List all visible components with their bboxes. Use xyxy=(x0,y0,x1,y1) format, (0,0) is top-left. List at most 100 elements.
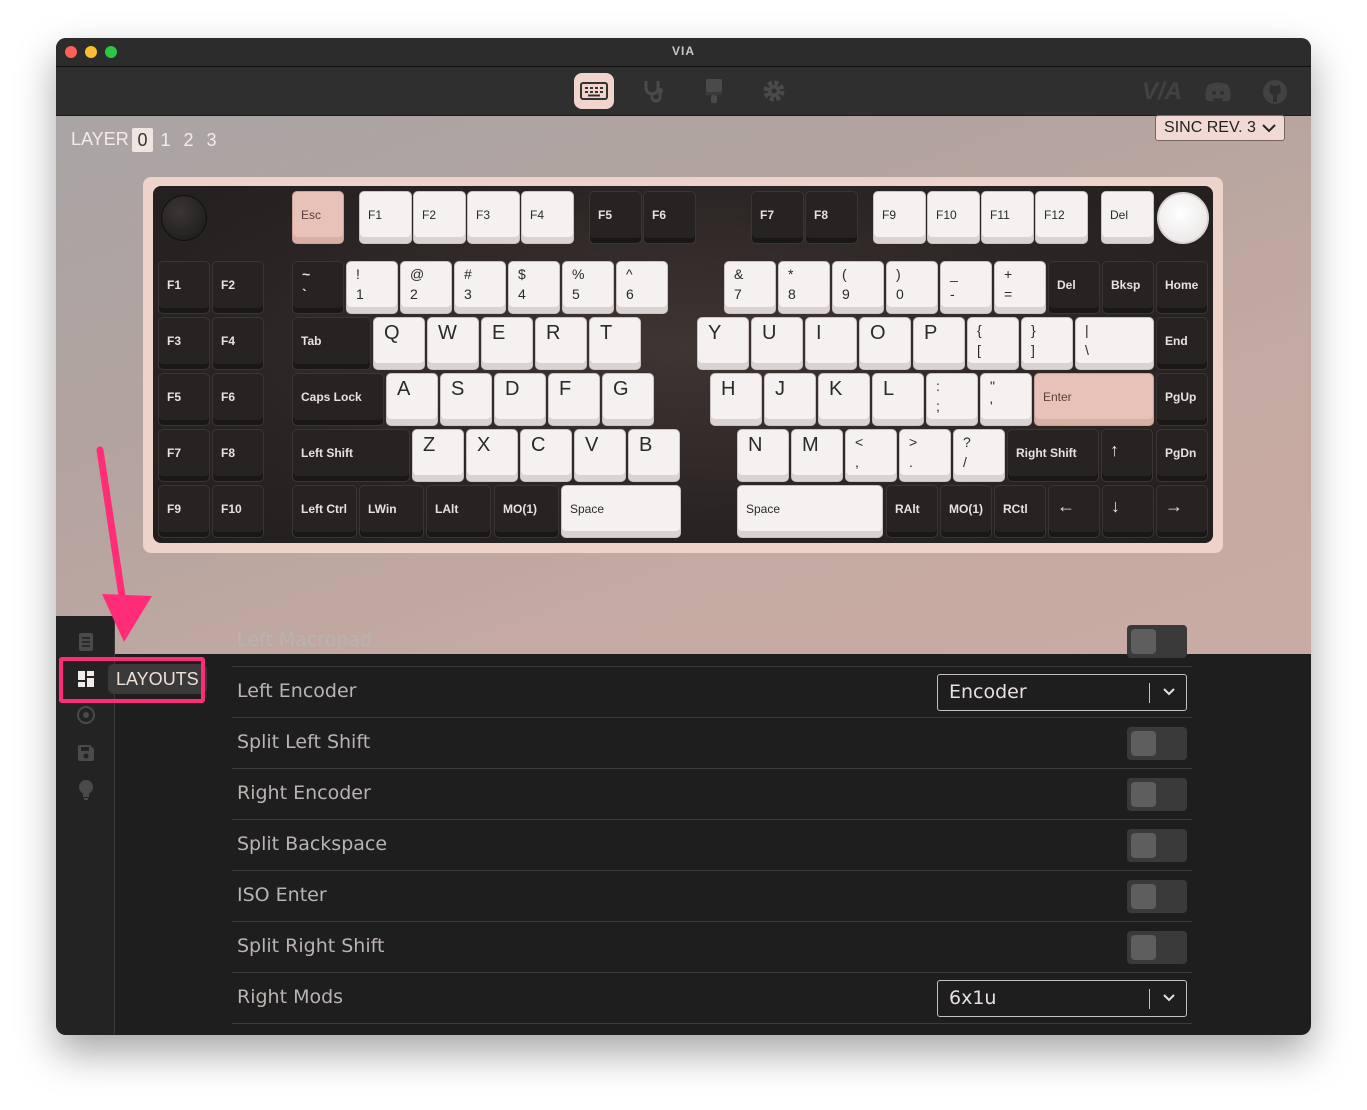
key-i[interactable]: I xyxy=(805,317,857,370)
key-up-arrow[interactable]: ↑ xyxy=(1101,429,1153,482)
key-macro-f3[interactable]: F3 xyxy=(158,317,210,370)
key-left-ctrl[interactable]: Left Ctrl xyxy=(292,485,357,538)
key-j[interactable]: J xyxy=(764,373,816,426)
key-slash[interactable]: ? / xyxy=(953,429,1005,482)
key-macro-f4[interactable]: F4 xyxy=(212,317,264,370)
key-6[interactable]: ^ 6 xyxy=(616,261,668,314)
key-w[interactable]: W xyxy=(427,317,479,370)
key-f12[interactable]: F12 xyxy=(1035,191,1088,244)
key-macro-f5[interactable]: F5 xyxy=(158,373,210,426)
layer-1-button[interactable]: 1 xyxy=(155,128,176,152)
key-f5[interactable]: F5 xyxy=(589,191,642,244)
key-macro-f9[interactable]: F9 xyxy=(158,485,210,538)
key-left-bracket[interactable]: { [ xyxy=(967,317,1019,370)
key-macro-f7[interactable]: F7 xyxy=(158,429,210,482)
key-x[interactable]: X xyxy=(466,429,518,482)
layer-0-button[interactable]: 0 xyxy=(132,128,153,152)
key-c[interactable]: C xyxy=(520,429,572,482)
key-l[interactable]: L xyxy=(872,373,924,426)
key-left-shift[interactable]: Left Shift xyxy=(292,429,410,482)
key-tab[interactable]: Tab xyxy=(292,317,371,370)
split-backspace-toggle[interactable] xyxy=(1127,829,1187,862)
left-macropad-toggle[interactable] xyxy=(1127,625,1187,658)
key-minus[interactable]: _ - xyxy=(940,261,992,314)
key-f9[interactable]: F9 xyxy=(873,191,926,244)
key-d[interactable]: D xyxy=(494,373,546,426)
key-grave[interactable]: ~ ` xyxy=(292,261,344,314)
tab-design[interactable] xyxy=(694,73,734,109)
left-encoder-select[interactable]: Encoder xyxy=(937,674,1187,711)
key-n[interactable]: N xyxy=(737,429,789,482)
tab-test[interactable] xyxy=(634,73,674,109)
key-f8[interactable]: F8 xyxy=(805,191,858,244)
key-r[interactable]: R xyxy=(535,317,587,370)
key-a[interactable]: A xyxy=(386,373,438,426)
key-macro-f6[interactable]: F6 xyxy=(212,373,264,426)
key-5[interactable]: % 5 xyxy=(562,261,614,314)
split-left-shift-toggle[interactable] xyxy=(1127,727,1187,760)
key-2[interactable]: @ 2 xyxy=(400,261,452,314)
key-macro-f2[interactable]: F2 xyxy=(212,261,264,314)
key-0[interactable]: ) 0 xyxy=(886,261,938,314)
key-right-arrow[interactable]: → xyxy=(1156,485,1208,538)
layer-3-button[interactable]: 3 xyxy=(201,128,222,152)
key-right-bracket[interactable]: } ] xyxy=(1021,317,1073,370)
key-home[interactable]: Home xyxy=(1156,261,1208,314)
key-s[interactable]: S xyxy=(440,373,492,426)
via-logo[interactable]: V/A xyxy=(1142,78,1182,106)
key-del[interactable]: Del xyxy=(1048,261,1100,314)
key-z[interactable]: Z xyxy=(412,429,464,482)
right-encoder-knob[interactable] xyxy=(1157,192,1209,244)
key-page-up[interactable]: PgUp xyxy=(1156,373,1208,426)
key-right-shift[interactable]: Right Shift xyxy=(1007,429,1099,482)
key-ralt[interactable]: RAlt xyxy=(886,485,938,538)
key-space-right[interactable]: Space xyxy=(737,485,883,538)
key-esc[interactable]: Esc xyxy=(292,191,344,244)
tab-settings[interactable] xyxy=(754,73,794,109)
key-lwin[interactable]: LWin xyxy=(359,485,424,538)
github-icon[interactable] xyxy=(1262,79,1288,109)
key-g[interactable]: G xyxy=(602,373,654,426)
sidebar-item-lighting[interactable] xyxy=(75,779,97,801)
key-o[interactable]: O xyxy=(859,317,911,370)
key-3[interactable]: # 3 xyxy=(454,261,506,314)
left-encoder-knob[interactable] xyxy=(161,195,207,241)
key-left-arrow[interactable]: ← xyxy=(1048,485,1100,538)
key-t[interactable]: T xyxy=(589,317,641,370)
key-b[interactable]: B xyxy=(628,429,680,482)
keyboard-select[interactable]: SINC REV. 3 xyxy=(1155,115,1285,141)
sidebar-item-macros[interactable] xyxy=(75,704,97,726)
right-mods-select[interactable]: 6x1u xyxy=(937,980,1187,1017)
key-down-arrow[interactable]: ↓ xyxy=(1102,485,1154,538)
key-lalt[interactable]: LAlt xyxy=(426,485,491,538)
key-e[interactable]: E xyxy=(481,317,533,370)
sidebar-item-save-load[interactable] xyxy=(75,742,97,764)
key-u[interactable]: U xyxy=(751,317,803,370)
key-del-top[interactable]: Del xyxy=(1101,191,1154,244)
key-period[interactable]: > . xyxy=(899,429,951,482)
key-y[interactable]: Y xyxy=(697,317,749,370)
key-comma[interactable]: < , xyxy=(845,429,897,482)
key-f[interactable]: F xyxy=(548,373,600,426)
key-f2[interactable]: F2 xyxy=(413,191,466,244)
key-macro-f8[interactable]: F8 xyxy=(212,429,264,482)
key-9[interactable]: ( 9 xyxy=(832,261,884,314)
key-q[interactable]: Q xyxy=(373,317,425,370)
key-end[interactable]: End xyxy=(1156,317,1208,370)
key-equals[interactable]: + = xyxy=(994,261,1046,314)
key-page-down[interactable]: PgDn xyxy=(1156,429,1208,482)
key-v[interactable]: V xyxy=(574,429,626,482)
tab-configure[interactable] xyxy=(574,73,614,109)
key-backslash[interactable]: | \ xyxy=(1075,317,1154,370)
key-k[interactable]: K xyxy=(818,373,870,426)
key-f4[interactable]: F4 xyxy=(521,191,574,244)
key-4[interactable]: $ 4 xyxy=(508,261,560,314)
key-macro-f10[interactable]: F10 xyxy=(212,485,264,538)
key-h[interactable]: H xyxy=(710,373,762,426)
iso-enter-toggle[interactable] xyxy=(1127,880,1187,913)
key-enter[interactable]: Enter xyxy=(1034,373,1154,426)
right-encoder-toggle[interactable] xyxy=(1127,778,1187,811)
key-8[interactable]: * 8 xyxy=(778,261,830,314)
key-mo1-left[interactable]: MO(1) xyxy=(494,485,559,538)
key-f1[interactable]: F1 xyxy=(359,191,412,244)
